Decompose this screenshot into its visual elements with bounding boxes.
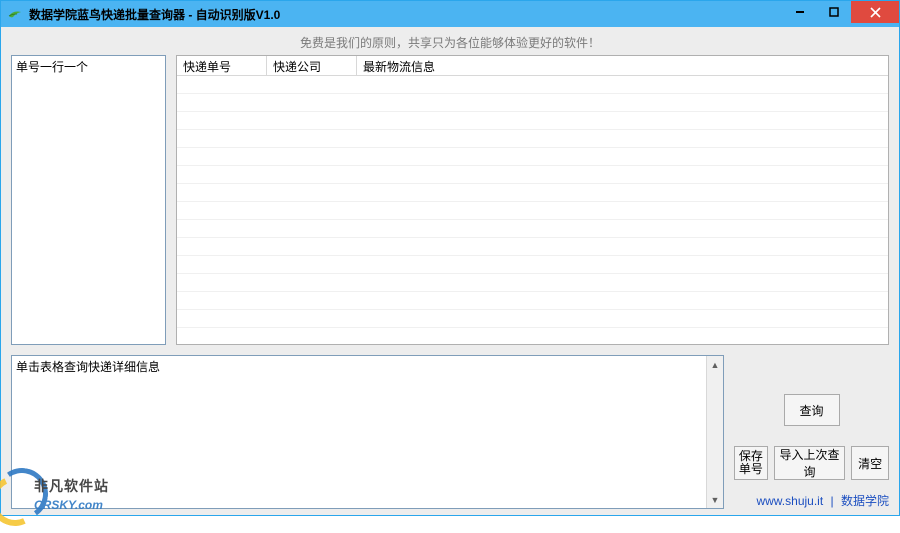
table-row[interactable] — [177, 274, 888, 292]
scroll-down-icon[interactable]: ▼ — [707, 491, 723, 508]
footer-link-site[interactable]: www.shuju.it — [756, 494, 823, 508]
table-row[interactable] — [177, 292, 888, 310]
table-row[interactable] — [177, 166, 888, 184]
results-table[interactable]: 快递单号 快递公司 最新物流信息 — [176, 55, 889, 345]
detail-textarea[interactable] — [12, 377, 723, 508]
window-title: 数据学院蓝鸟快递批量查询器 - 自动识别版V1.0 — [29, 6, 280, 23]
query-button[interactable]: 查询 — [784, 394, 840, 426]
close-button[interactable] — [851, 1, 899, 23]
detail-section: 单击表格查询快递详细信息 ▲ ▼ 查询 保存 单号 导入上次查询 清空 www.… — [11, 355, 889, 509]
footer-separator: | — [831, 494, 834, 508]
tracking-input[interactable] — [12, 77, 165, 344]
table-row[interactable] — [177, 148, 888, 166]
minimize-button[interactable] — [783, 1, 817, 23]
table-row[interactable] — [177, 76, 888, 94]
table-row[interactable] — [177, 220, 888, 238]
slogan-text: 免费是我们的原则，共享只为各位能够体验更好的软件！ — [11, 35, 889, 55]
tracking-input-panel: 单号一行一个 — [11, 55, 166, 345]
col-courier-company[interactable]: 快递公司 — [267, 56, 357, 75]
save-numbers-button[interactable]: 保存 单号 — [734, 446, 768, 480]
client-area: 免费是我们的原则，共享只为各位能够体验更好的软件！ 单号一行一个 快递单号 快递… — [1, 27, 899, 515]
app-icon — [7, 6, 23, 22]
window-controls — [783, 1, 899, 23]
table-row[interactable] — [177, 256, 888, 274]
table-body[interactable] — [177, 76, 888, 344]
clear-button[interactable]: 清空 — [851, 446, 889, 480]
tracking-input-hint: 单号一行一个 — [12, 56, 165, 77]
table-row[interactable] — [177, 94, 888, 112]
detail-scrollbar[interactable]: ▲ ▼ — [706, 356, 723, 508]
table-row[interactable] — [177, 112, 888, 130]
table-header: 快递单号 快递公司 最新物流信息 — [177, 56, 888, 76]
detail-label: 单击表格查询快递详细信息 — [12, 356, 723, 377]
footer-links: www.shuju.it | 数据学院 — [734, 492, 889, 509]
scroll-up-icon[interactable]: ▲ — [707, 356, 723, 373]
titlebar[interactable]: 数据学院蓝鸟快递批量查询器 - 自动识别版V1.0 — [1, 1, 899, 27]
table-row[interactable] — [177, 238, 888, 256]
table-row[interactable] — [177, 130, 888, 148]
table-row[interactable] — [177, 310, 888, 328]
col-tracking-number[interactable]: 快递单号 — [177, 56, 267, 75]
table-row[interactable] — [177, 202, 888, 220]
col-latest-info[interactable]: 最新物流信息 — [357, 56, 888, 75]
main-row: 单号一行一个 快递单号 快递公司 最新物流信息 — [11, 55, 889, 345]
detail-panel: 单击表格查询快递详细信息 ▲ ▼ — [11, 355, 724, 509]
app-window: 数据学院蓝鸟快递批量查询器 - 自动识别版V1.0 免费是我们的原则，共享只为各… — [0, 0, 900, 516]
maximize-button[interactable] — [817, 1, 851, 23]
footer-link-academy[interactable]: 数据学院 — [841, 494, 889, 508]
table-row[interactable] — [177, 184, 888, 202]
action-column: 查询 保存 单号 导入上次查询 清空 www.shuju.it | 数据学院 — [734, 355, 889, 509]
import-last-query-button[interactable]: 导入上次查询 — [774, 446, 845, 480]
